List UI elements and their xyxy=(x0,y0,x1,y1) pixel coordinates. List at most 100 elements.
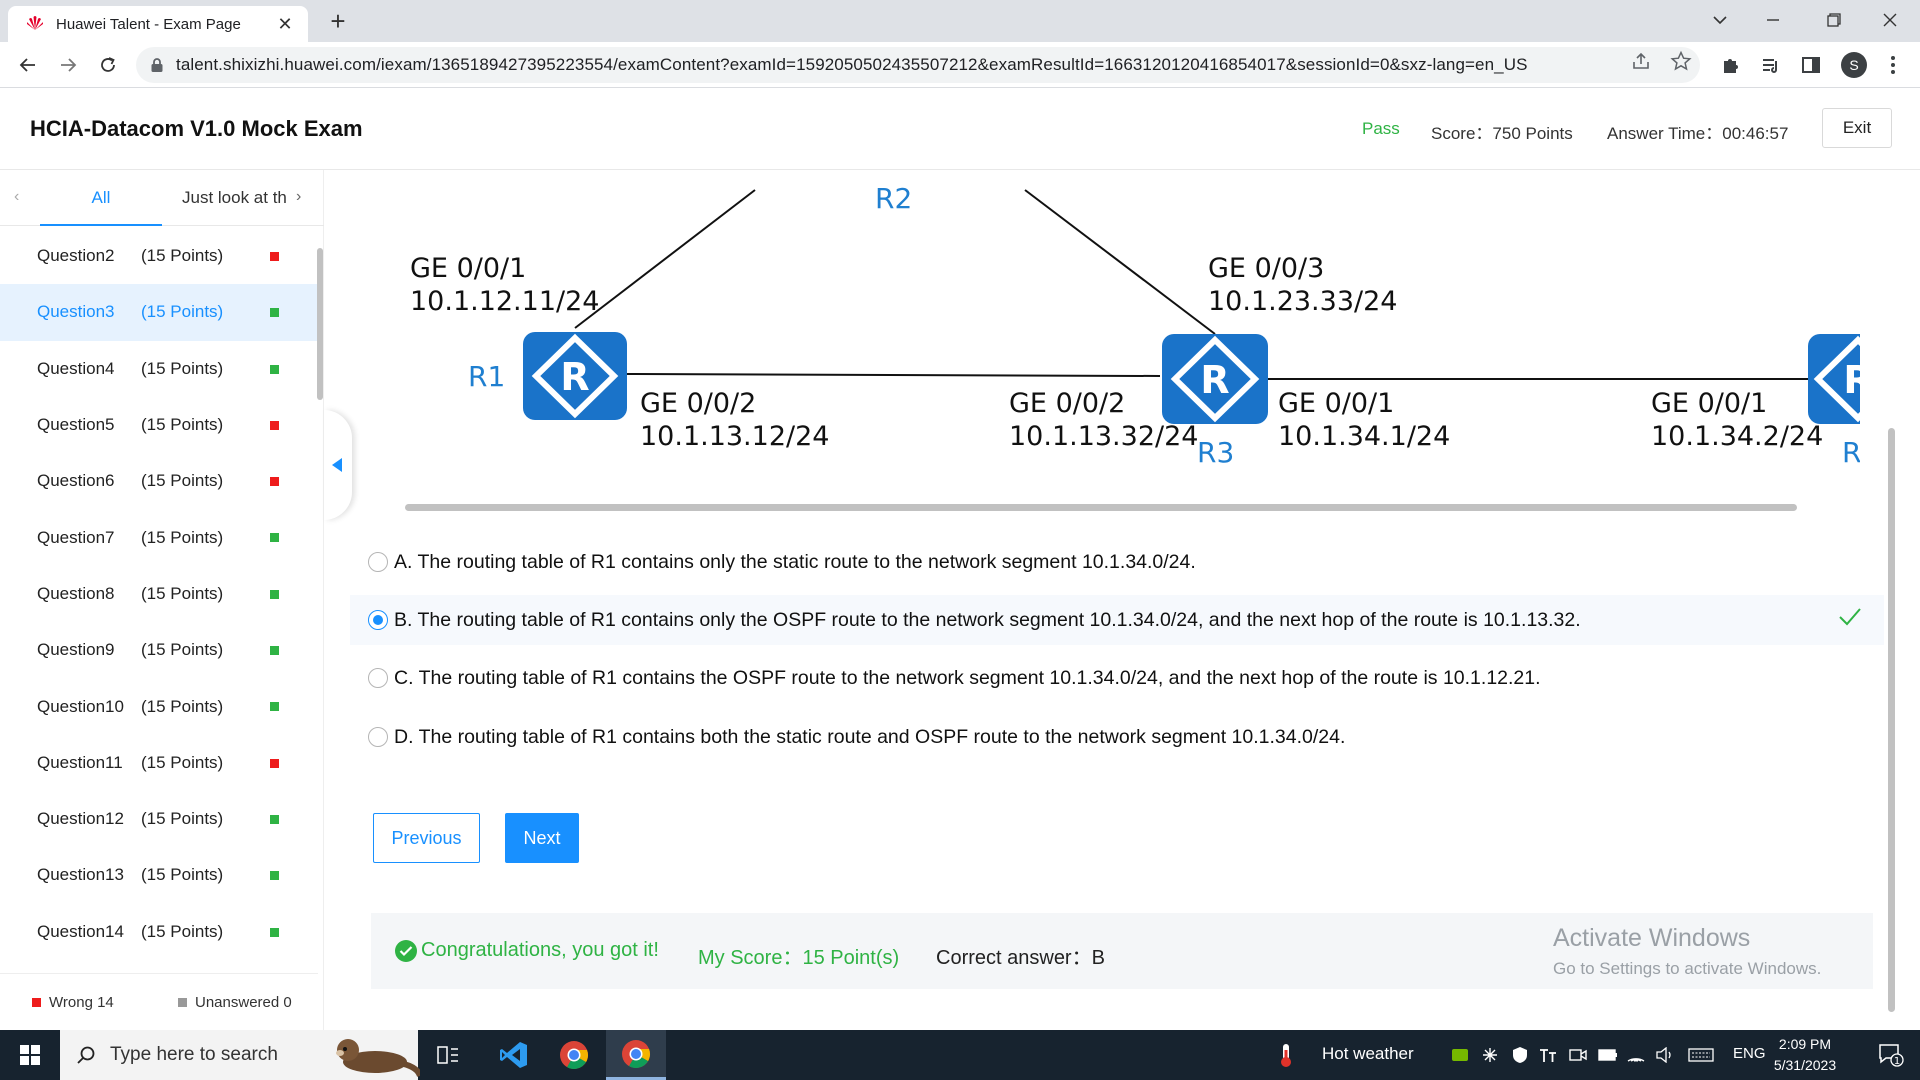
question-sidebar: ‹ All Just look at th › Question2 (15 Poi… xyxy=(0,170,324,1030)
restore-button[interactable] xyxy=(1806,0,1862,40)
diagram-horizontal-scrollbar[interactable] xyxy=(405,504,1797,511)
success-check-icon xyxy=(395,939,417,962)
back-arrow-icon[interactable] xyxy=(12,49,44,81)
lock-icon[interactable] xyxy=(150,57,164,73)
status-square-icon xyxy=(270,702,279,712)
option-b[interactable]: B. The routing table of R1 contains only… xyxy=(350,595,1884,645)
close-window-button[interactable] xyxy=(1862,0,1918,40)
chevron-left-icon[interactable]: ‹ xyxy=(14,188,19,206)
browser-menu-icon[interactable] xyxy=(1882,54,1904,76)
question-item[interactable]: Question5 (15 Points) xyxy=(0,397,318,453)
tab-just-look[interactable]: Just look at th xyxy=(182,170,286,226)
question-item[interactable]: Question13 (15 Points) xyxy=(0,847,318,903)
task-view-icon[interactable] xyxy=(418,1030,478,1080)
search-icon xyxy=(76,1045,96,1065)
question-points: (15 Points) xyxy=(141,358,224,378)
question-item[interactable]: Question6 (15 Points) xyxy=(0,453,318,509)
exit-button[interactable]: Exit xyxy=(1822,108,1892,148)
option-c-radio[interactable] xyxy=(368,668,388,688)
extensions-puzzle-icon[interactable] xyxy=(1720,54,1742,76)
reload-icon[interactable] xyxy=(92,49,124,81)
windows-start-icon[interactable] xyxy=(0,1030,60,1080)
address-field[interactable]: talent.shixizhi.huawei.com/iexam/1365189… xyxy=(136,47,1700,83)
nvidia-tray-icon[interactable] xyxy=(1445,1030,1475,1080)
security-shield-tray-icon[interactable] xyxy=(1505,1030,1535,1080)
chevron-right-icon[interactable]: › xyxy=(296,188,301,206)
r3-ge003-label: GE 0/0/3 10.1.23.33/24 xyxy=(1208,253,1398,317)
vscode-icon[interactable] xyxy=(484,1030,544,1080)
option-b-radio[interactable] xyxy=(368,610,388,630)
chrome-active-icon[interactable] xyxy=(606,1030,666,1080)
new-tab-button[interactable]: + xyxy=(322,6,354,38)
question-points: (15 Points) xyxy=(141,302,224,322)
taskbar-clock[interactable]: 2:09 PM 5/31/2023 xyxy=(1760,1034,1850,1076)
svg-text:R: R xyxy=(560,355,589,399)
side-panel-icon[interactable] xyxy=(1800,54,1822,76)
profile-avatar[interactable]: S xyxy=(1841,52,1867,78)
page-title: HCIA-Datacom V1.0 Mock Exam xyxy=(30,116,363,141)
main-vertical-scrollbar[interactable] xyxy=(1888,428,1895,1012)
battery-tray-icon[interactable] xyxy=(1593,1030,1623,1080)
question-points: (15 Points) xyxy=(141,752,224,772)
forward-arrow-icon[interactable] xyxy=(52,49,84,81)
thermometer-icon[interactable] xyxy=(1268,1030,1304,1080)
question-item[interactable]: Question11 (15 Points) xyxy=(0,735,318,791)
r3-ge002-label: GE 0/0/2 10.1.13.32/24 xyxy=(1009,388,1199,452)
question-item[interactable]: Question12 (15 Points) xyxy=(0,791,318,847)
share-icon[interactable] xyxy=(1630,50,1652,72)
router-r1-label: R1 xyxy=(468,360,506,393)
r4-ge001-label: GE 0/0/1 10.1.34.2/24 xyxy=(1651,388,1824,452)
question-item[interactable]: Question7 (15 Points) xyxy=(0,509,318,565)
option-d-radio[interactable] xyxy=(368,727,388,747)
clock-time: 2:09 PM xyxy=(1778,1036,1832,1052)
browser-tab-strip: Huawei Talent - Exam Page ✕ + xyxy=(0,0,1920,42)
question-points: (15 Points) xyxy=(141,640,224,660)
question-item[interactable]: Question3 (15 Points) xyxy=(0,284,318,341)
wrong-count: Wrong 14 xyxy=(49,994,114,1011)
volume-tray-icon[interactable] xyxy=(1650,1030,1680,1080)
tab-all[interactable]: All xyxy=(40,170,162,226)
sidebar-scrollbar[interactable] xyxy=(317,248,323,400)
tab-search-chevron-icon[interactable] xyxy=(1692,0,1748,40)
status-square-icon xyxy=(270,308,279,318)
option-a[interactable]: A. The routing table of R1 contains only… xyxy=(350,537,1884,587)
question-item[interactable]: Question2 (15 Points) xyxy=(0,228,318,284)
question-points: (15 Points) xyxy=(141,246,224,266)
weather-text[interactable]: Hot weather xyxy=(1322,1044,1414,1064)
status-square-icon xyxy=(270,477,279,487)
bookmark-star-icon[interactable] xyxy=(1670,50,1692,72)
chrome-icon[interactable] xyxy=(544,1030,604,1080)
keyboard-tray-icon[interactable] xyxy=(1683,1030,1719,1080)
meet-now-tray-icon[interactable] xyxy=(1563,1030,1593,1080)
question-points: (15 Points) xyxy=(141,471,224,491)
option-d[interactable]: D. The routing table of R1 contains both… xyxy=(350,712,1884,762)
unanswered-count: Unanswered 0 xyxy=(195,994,292,1011)
question-item[interactable]: Question9 (15 Points) xyxy=(0,622,318,678)
question-item[interactable]: Question4 (15 Points) xyxy=(0,341,318,397)
question-item[interactable]: Question14 (15 Points) xyxy=(0,904,318,960)
previous-button[interactable]: Previous xyxy=(373,813,480,863)
option-a-radio[interactable] xyxy=(368,552,388,572)
question-points: (15 Points) xyxy=(141,809,224,829)
activate-windows-watermark: Activate Windows Go to Settings to activ… xyxy=(1553,924,1821,979)
exam-header: HCIA-Datacom V1.0 Mock Exam Pass Score：7… xyxy=(0,88,1920,170)
wifi-tray-icon[interactable] xyxy=(1621,1030,1651,1080)
next-button[interactable]: Next xyxy=(505,813,579,863)
status-square-icon xyxy=(270,758,279,768)
question-name: Question13 xyxy=(37,865,124,885)
status-square-icon xyxy=(270,589,279,599)
question-name: Question4 xyxy=(37,358,115,378)
media-queue-icon[interactable] xyxy=(1760,54,1782,76)
question-item[interactable]: Question10 (15 Points) xyxy=(0,678,318,734)
r3-ge001-label: GE 0/0/1 10.1.34.1/24 xyxy=(1278,388,1451,452)
notification-center-icon[interactable]: 1 xyxy=(1866,1030,1916,1080)
huawei-logo-icon xyxy=(26,15,44,33)
option-c[interactable]: C. The routing table of R1 contains the … xyxy=(350,653,1884,703)
browser-tab[interactable]: Huawei Talent - Exam Page ✕ xyxy=(8,6,308,42)
tab-close-icon[interactable]: ✕ xyxy=(274,14,296,35)
question-item[interactable]: Question8 (15 Points) xyxy=(0,566,318,622)
network-share-tray-icon[interactable] xyxy=(1475,1030,1505,1080)
minimize-button[interactable] xyxy=(1745,0,1801,40)
text-size-tray-icon[interactable] xyxy=(1533,1030,1563,1080)
question-name: Question12 xyxy=(37,809,124,829)
